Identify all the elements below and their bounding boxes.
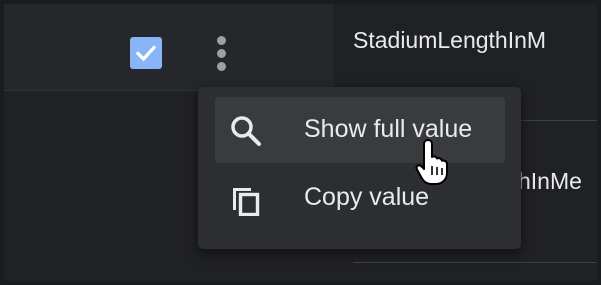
check-icon	[135, 45, 157, 62]
hand-pointer-cursor-icon	[415, 139, 448, 185]
copy-icon	[233, 188, 260, 216]
row-select-checkbox[interactable]	[130, 37, 162, 69]
show-full-value-menu-item[interactable]: Show full value	[215, 97, 505, 163]
more-vert-icon[interactable]	[206, 32, 238, 76]
copy-value-menu-item[interactable]: Copy value	[215, 165, 505, 231]
table-cell[interactable]: hInMe	[518, 168, 597, 195]
search-icon	[231, 116, 261, 146]
column-header-cell[interactable]: StadiumLengthInM	[353, 27, 597, 54]
row-divider	[353, 262, 597, 263]
context-menu: Show full value Copy value	[198, 87, 521, 249]
menu-item-label: Copy value	[304, 183, 430, 211]
row-controls-header	[4, 4, 334, 91]
